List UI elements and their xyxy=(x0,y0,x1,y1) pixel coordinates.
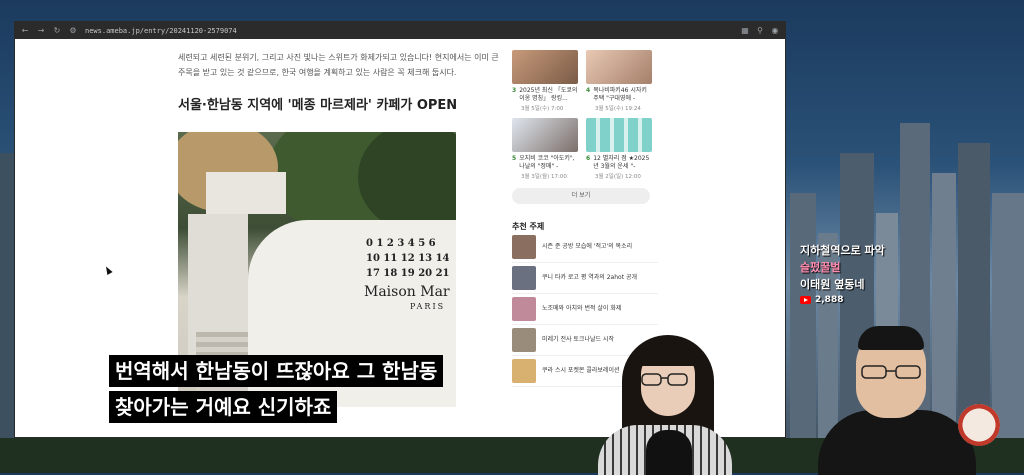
channel-logo-badge xyxy=(958,404,1000,446)
topic-item[interactable]: 노조메와 아치와 번적 살이 화제 xyxy=(512,294,658,325)
host-right-glasses xyxy=(861,365,921,379)
host-right-shirt xyxy=(818,410,976,475)
recommended-topics-title: 추천 주제 xyxy=(512,222,545,231)
topic-item[interactable]: 쿠니 타카 로고 평 역과의 2ahot 공개 xyxy=(512,263,658,294)
card-date: 3월 2일(일) 12:00 xyxy=(595,174,641,180)
wall-brand-name: Maison Mar xyxy=(364,284,450,300)
rabbit-thumbnail xyxy=(512,50,578,84)
card-date: 3월 3일(월) 17:00 xyxy=(521,174,567,180)
reload-icon[interactable]: ↻ xyxy=(53,26,61,35)
article-paragraph: 세련되고 세련된 분위기, 그리고 사진 빛나는 스위트가 화제가되고 있습니다… xyxy=(178,53,499,77)
overlay-line-3: 이태원 옆동네 xyxy=(800,278,865,291)
card-title: 오지비 코코 "아도키", 나날의 "정매" - xyxy=(519,155,575,170)
overlay-line-2: 슬펐꿀벌 xyxy=(800,261,841,274)
host-left-glasses xyxy=(641,373,688,386)
topic-text: 시즌 준 공방 모습에 '적고'의 목소리 xyxy=(542,243,633,250)
topic-thumbnail xyxy=(512,235,536,259)
rank-number: 3 xyxy=(512,87,517,94)
ranking-card[interactable]: 5 오지비 코코 "아도키", 나날의 "정매" - 3월 3일(월) 17:00 xyxy=(512,118,580,180)
topic-thumbnail xyxy=(512,297,536,321)
article-heading: 서울·한남동 지역에 '메종 마르제라' 카페가 OPEN xyxy=(178,98,458,113)
subtitle-line-1: 번역해서 한남동이 뜨잖아요 그 한남동 xyxy=(109,355,444,387)
eye-icon[interactable]: ◉ xyxy=(771,26,779,35)
zodiac-thumbnail xyxy=(586,118,652,152)
topic-thumbnail xyxy=(512,266,536,290)
site-info-icon[interactable]: ⚙ xyxy=(69,26,77,35)
ranking-card[interactable]: 4 목나비파키46 시자키 주택 "구대영에 - 3월 5일(수) 19:24 xyxy=(586,50,654,112)
card-date: 3월 5일(수) 7:00 xyxy=(521,106,564,112)
view-count-value: 2,888 xyxy=(815,295,844,305)
rank-number: 4 xyxy=(586,87,591,94)
person-thumbnail xyxy=(512,118,578,152)
address-bar[interactable]: news.ameba.jp/entry/20241120-2579074 xyxy=(85,27,237,35)
wall-numbers: 0 1 2 3 4 5 6 10 11 12 13 14 17 18 19 20… xyxy=(366,236,456,281)
card-title: 2025년 최신 「도쿄의 이옹 명칭」 랑킹... xyxy=(519,87,578,102)
wall-numbers-row: 17 18 19 20 21 xyxy=(366,268,450,279)
article-body: 세련되고 세련된 분위기, 그리고 사진 빛나는 스위트가 화제가되고 있습니다… xyxy=(178,50,500,113)
topic-text: 쿠니 타카 로고 평 역과의 2ahot 공개 xyxy=(542,274,638,281)
host-left-bangs xyxy=(636,340,700,366)
translate-icon[interactable]: ▦ xyxy=(741,26,749,35)
topic-text: 쿠라 스시 포켓몬 콜라보레이션 xyxy=(542,367,620,374)
topic-thumbnail xyxy=(512,359,536,383)
zoom-icon[interactable]: ⚲ xyxy=(756,26,764,35)
ranking-card[interactable]: 6 12 별자리 점 ★2025년 3월의 운세 "- 3월 2일(일) 12:0… xyxy=(586,118,654,180)
card-title: 목나비파키46 시자키 주택 "구대영에 - xyxy=(593,87,647,102)
subtitle-line-2: 찾아가는 거예요 신기하죠 xyxy=(109,391,338,423)
youtube-icon xyxy=(800,296,811,304)
topic-thumbnail xyxy=(512,328,536,352)
card-date: 3월 5일(수) 19:24 xyxy=(595,106,641,112)
view-count: 2,888 xyxy=(800,295,1000,305)
sidebar-ranking: 3 2025년 최신 「도쿄의 이옹 명칭」 랑킹... 3월 5일(수) 7:0… xyxy=(512,50,658,387)
rank-number: 6 xyxy=(586,155,591,162)
wall-brand-sub: PARIS xyxy=(410,302,446,311)
ranking-card[interactable]: 3 2025년 최신 「도쿄의 이옹 명칭」 랑킹... 3월 5일(수) 7:0… xyxy=(512,50,580,112)
browser-toolbar: ← → ↻ ⚙ news.ameba.jp/entry/20241120-257… xyxy=(15,22,785,39)
rank-number: 5 xyxy=(512,155,517,162)
host-right-hair xyxy=(858,326,924,350)
back-icon[interactable]: ← xyxy=(21,26,29,35)
topic-text: 미레기 전사 토크나날드 시작 xyxy=(542,336,614,343)
overlay-line-1: 지하철역으로 파악 xyxy=(800,244,885,257)
person-thumbnail xyxy=(586,50,652,84)
host-left-top xyxy=(646,430,692,475)
channel-overlay: 지하철역으로 파악 슬펐꿀벌 이태원 옆동네 2,888 xyxy=(800,242,1000,305)
card-title: 12 별자리 점 ★2025년 3월의 운세 "- xyxy=(593,155,650,170)
topic-text: 노조메와 아치와 번적 살이 화제 xyxy=(542,305,622,312)
wall-numbers-row: 10 11 12 13 14 xyxy=(366,253,450,264)
forward-icon[interactable]: → xyxy=(37,26,45,35)
building-roof xyxy=(206,172,286,214)
more-button[interactable]: 더 보기 xyxy=(512,188,650,204)
topic-item[interactable]: 시즌 준 공방 모습에 '적고'의 목소리 xyxy=(512,232,658,263)
wall-numbers-row: 0 1 2 3 4 5 6 xyxy=(366,238,436,249)
